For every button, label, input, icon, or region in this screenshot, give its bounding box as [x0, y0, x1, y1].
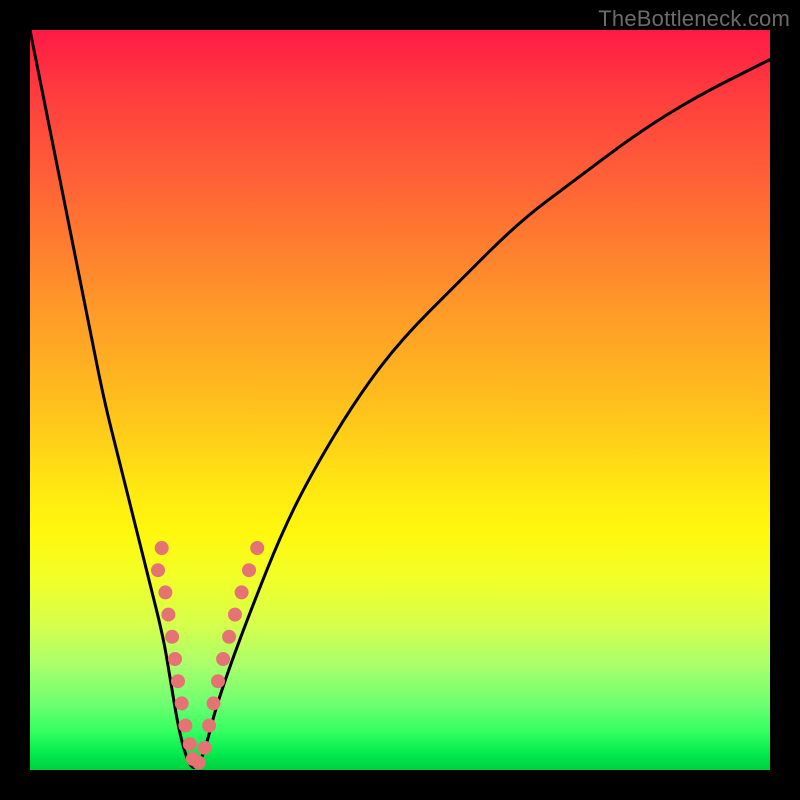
data-dot — [222, 630, 236, 644]
data-dot — [168, 652, 182, 666]
data-dot — [198, 741, 212, 755]
data-dot — [183, 737, 197, 751]
data-dot — [151, 563, 165, 577]
data-dot — [235, 585, 249, 599]
data-dot — [228, 608, 242, 622]
chart-frame: TheBottleneck.com — [0, 0, 800, 800]
data-dot — [216, 652, 230, 666]
data-dot — [202, 719, 216, 733]
data-dot — [155, 541, 169, 555]
data-dot — [178, 719, 192, 733]
data-dot — [211, 674, 225, 688]
data-dot — [161, 608, 175, 622]
data-dot — [158, 585, 172, 599]
data-dot — [171, 674, 185, 688]
data-dot — [242, 563, 256, 577]
data-dot — [250, 541, 264, 555]
data-dot — [192, 756, 206, 770]
data-dot — [207, 696, 221, 710]
data-dot — [175, 696, 189, 710]
curve-overlay — [0, 0, 800, 800]
bottleneck-curve — [30, 30, 770, 768]
data-dot — [165, 630, 179, 644]
